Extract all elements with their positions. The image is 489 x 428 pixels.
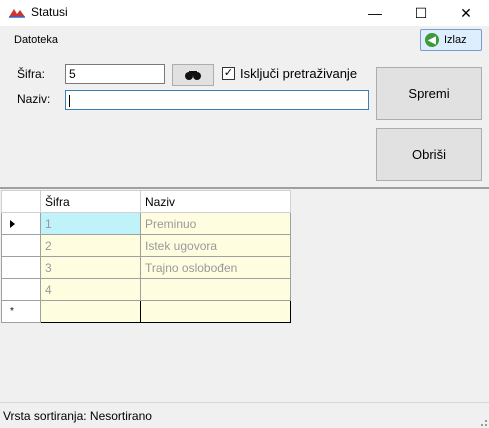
- text-cursor: [69, 94, 70, 107]
- cell-naziv[interactable]: Trajno oslobođen: [140, 256, 291, 279]
- delete-button[interactable]: Obriši: [376, 128, 482, 181]
- column-header-sifra[interactable]: Šifra: [40, 190, 141, 213]
- save-button[interactable]: Spremi: [376, 67, 482, 120]
- maximize-icon: ☐: [414, 4, 428, 21]
- cell-naziv[interactable]: [140, 300, 291, 323]
- minimize-button[interactable]: —: [352, 0, 398, 26]
- maximize-button[interactable]: ☐: [398, 0, 444, 26]
- cell-sifra[interactable]: 3: [40, 256, 141, 279]
- status-bar: Vrsta sortiranja: Nesortirano: [0, 402, 489, 428]
- resize-grip-icon[interactable]: [477, 416, 487, 426]
- cell-sifra[interactable]: 4: [40, 278, 141, 301]
- row-header[interactable]: [1, 278, 41, 301]
- cell-sifra[interactable]: [40, 300, 141, 323]
- search-button[interactable]: [172, 64, 214, 86]
- naziv-input[interactable]: [65, 90, 369, 110]
- close-button[interactable]: ✕: [443, 0, 489, 26]
- exit-label: Izlaz: [444, 34, 467, 46]
- row-header[interactable]: [1, 256, 41, 279]
- exclude-search-label: Isključi pretraživanje: [240, 66, 358, 81]
- table-row[interactable]: 1 Preminuo: [1, 212, 291, 235]
- data-grid: Šifra Naziv 1 Preminuo 2 Istek ugovora 3…: [0, 189, 489, 402]
- app-icon: [9, 9, 25, 18]
- minimize-icon: —: [368, 5, 382, 21]
- table-row[interactable]: 3 Trajno oslobođen: [1, 256, 291, 279]
- binoculars-icon: [185, 71, 201, 80]
- close-icon: ✕: [460, 4, 472, 21]
- row-header[interactable]: [1, 234, 41, 257]
- column-header-naziv[interactable]: Naziv: [140, 190, 291, 213]
- menu-bar: Datoteka: [0, 26, 489, 54]
- row-header[interactable]: [1, 212, 41, 235]
- sifra-input[interactable]: 5: [65, 64, 165, 84]
- cell-sifra[interactable]: 2: [40, 234, 141, 257]
- table-row[interactable]: 4: [1, 278, 291, 301]
- naziv-label: Naziv:: [17, 92, 51, 106]
- row-header-corner[interactable]: [1, 190, 41, 213]
- check-mark-icon: ✓: [223, 67, 234, 79]
- back-arrow-icon: ◀: [425, 33, 439, 47]
- cell-naziv[interactable]: [140, 278, 291, 301]
- sort-status: Vrsta sortiranja: Nesortirano: [3, 409, 152, 423]
- window-title: Statusi: [31, 5, 68, 19]
- new-row-icon: *: [10, 306, 14, 317]
- exclude-search-checkbox[interactable]: ✓: [222, 67, 235, 80]
- cell-sifra[interactable]: 1: [40, 212, 141, 235]
- table-row[interactable]: 2 Istek ugovora: [1, 234, 291, 257]
- title-bar: Statusi — ☐ ✕: [0, 0, 489, 26]
- row-header[interactable]: *: [1, 300, 41, 323]
- cell-naziv[interactable]: Istek ugovora: [140, 234, 291, 257]
- exit-button[interactable]: ◀ Izlaz: [420, 29, 482, 51]
- sifra-label: Šifra:: [17, 67, 46, 81]
- cell-naziv[interactable]: Preminuo: [140, 212, 291, 235]
- grid-header-row: Šifra Naziv: [1, 190, 291, 213]
- menu-datoteka[interactable]: Datoteka: [14, 34, 58, 46]
- current-row-icon: [10, 219, 15, 228]
- new-row[interactable]: *: [1, 300, 291, 323]
